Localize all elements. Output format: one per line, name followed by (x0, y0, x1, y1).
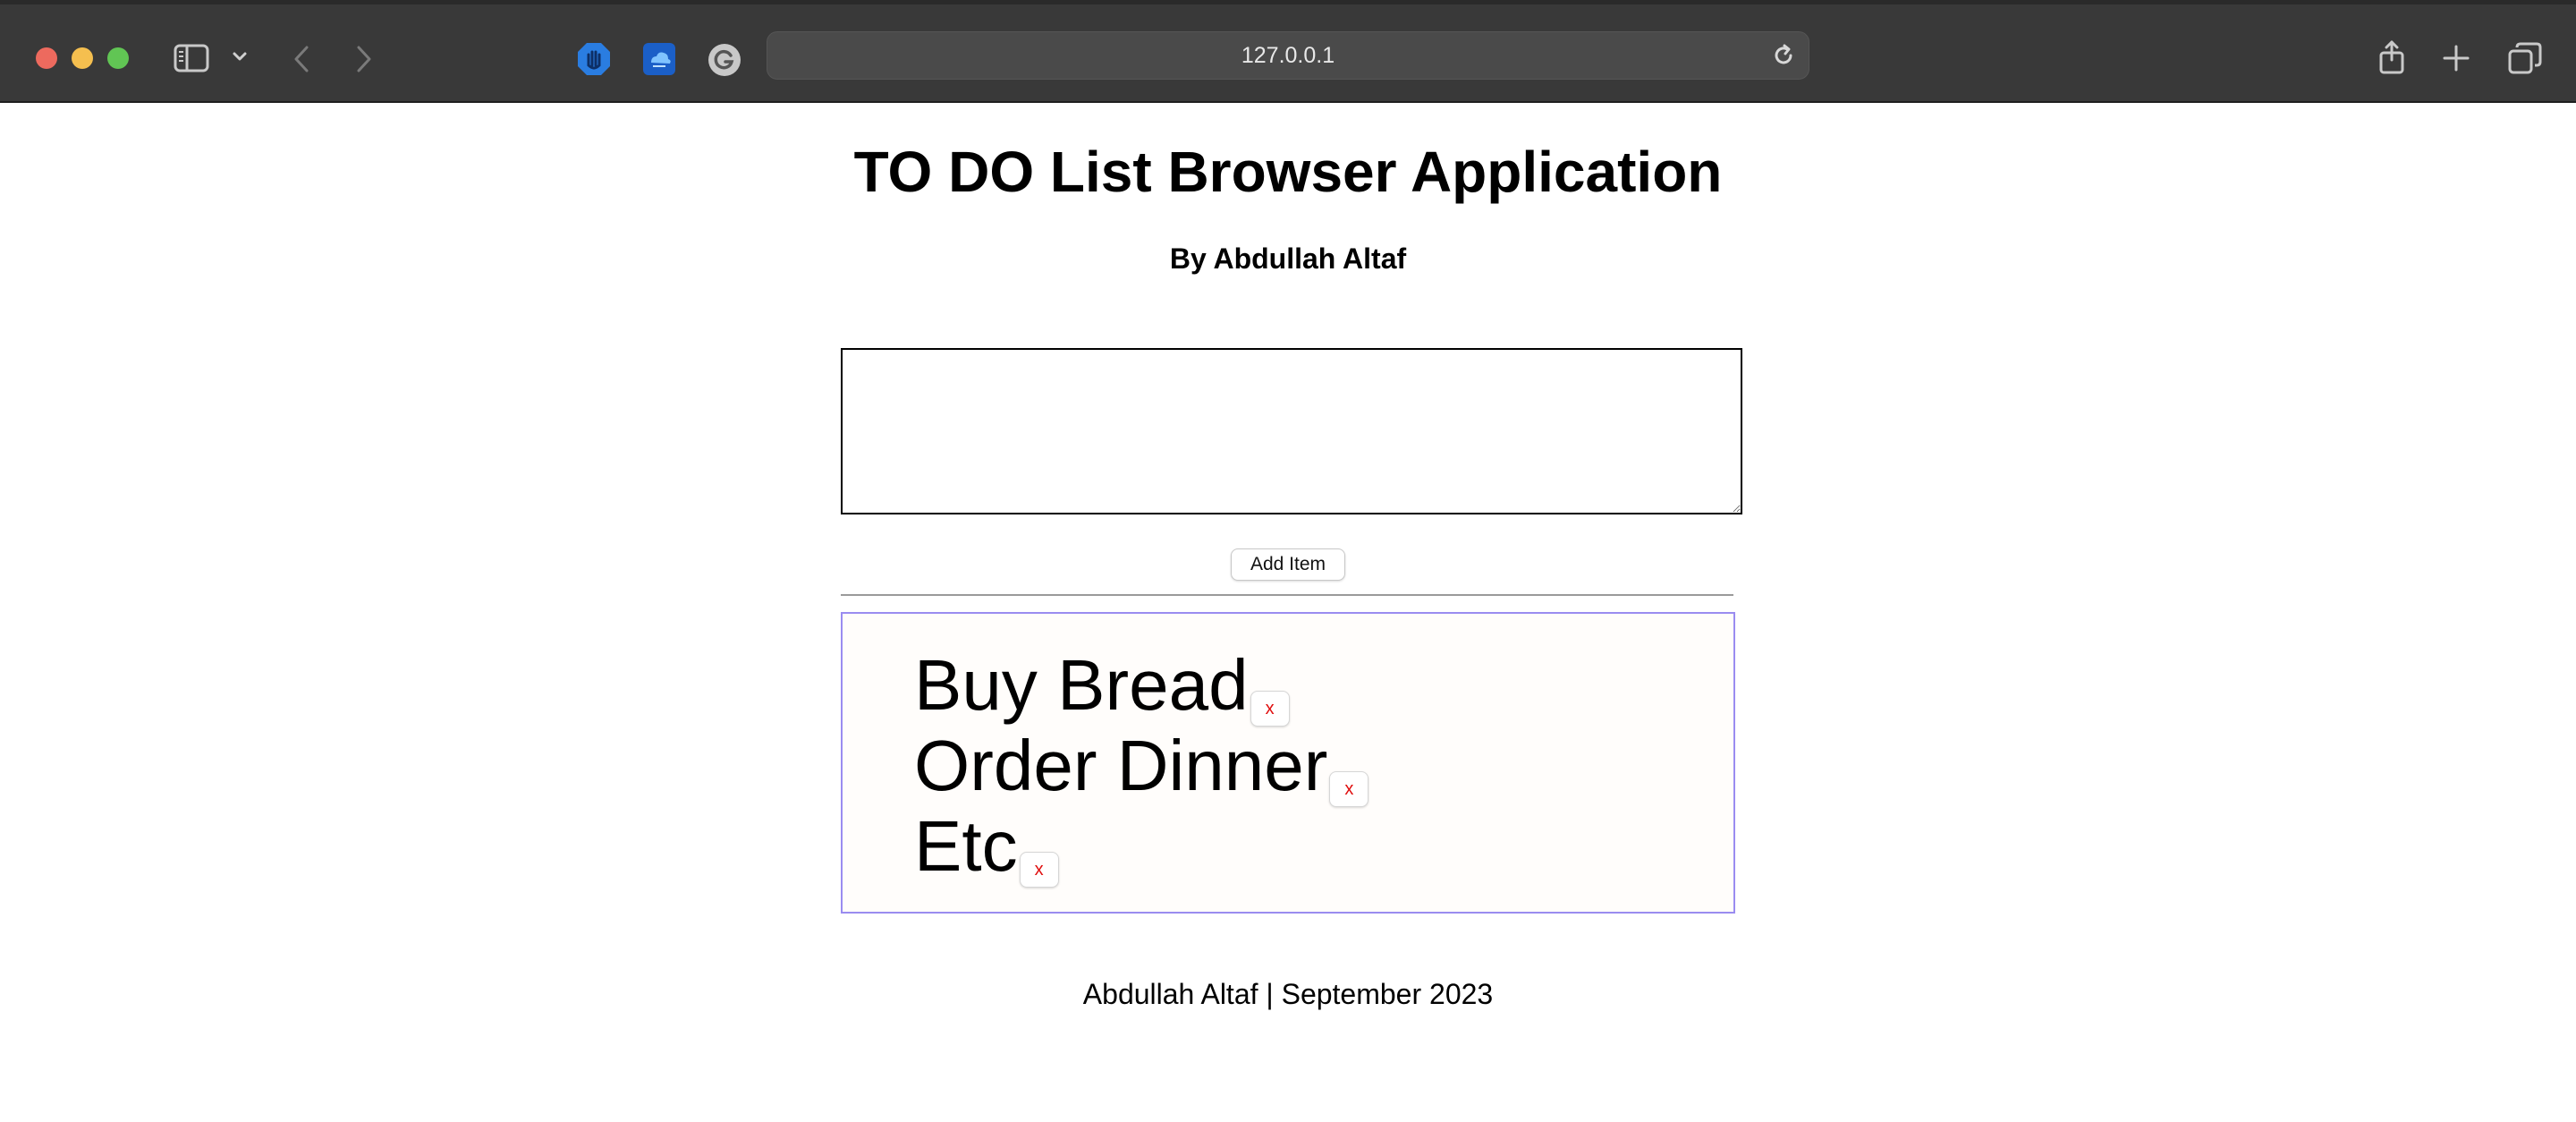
footer-text: Abdullah Altaf | September 2023 (1082, 978, 1494, 1010)
todo-list: Buy Bread x Order Dinner x Etc x (914, 641, 1369, 888)
new-tab-icon[interactable] (2442, 44, 2470, 72)
close-window-icon[interactable] (36, 47, 57, 69)
todo-item-text: Etc (914, 806, 1018, 886)
todo-item-input[interactable] (841, 348, 1742, 514)
divider (841, 594, 1733, 596)
tab-overview-icon[interactable] (2508, 42, 2542, 74)
todo-item-text: Buy Bread (914, 645, 1249, 725)
chevron-down-icon[interactable] (233, 51, 247, 62)
address-bar[interactable]: 127.0.0.1 (767, 31, 1809, 80)
share-icon[interactable] (2376, 40, 2408, 74)
back-arrow-icon[interactable] (292, 44, 311, 74)
todo-item-text: Order Dinner (914, 726, 1328, 805)
hand-extension-icon[interactable] (577, 42, 611, 76)
remove-item-button[interactable]: x (1329, 771, 1369, 807)
add-item-button[interactable]: Add Item (1231, 548, 1345, 581)
reload-icon[interactable] (1771, 43, 1796, 72)
page-content: TO DO List Browser Application By Abdull… (0, 103, 2576, 1122)
remove-item-button[interactable]: x (1019, 852, 1059, 888)
url-text: 127.0.0.1 (1241, 42, 1335, 68)
minimize-window-icon[interactable] (72, 47, 93, 69)
forward-arrow-icon[interactable] (354, 44, 374, 74)
remove-item-button[interactable]: x (1250, 691, 1290, 727)
zoom-window-icon[interactable] (107, 47, 129, 69)
grammarly-extension-icon[interactable] (708, 44, 741, 76)
todo-item: Order Dinner x (914, 721, 1369, 807)
cloud-extension-icon[interactable] (643, 43, 675, 75)
sidebar-icon[interactable] (174, 44, 209, 72)
browser-toolbar: 127.0.0.1 (0, 0, 2576, 103)
page-subtitle: By Abdullah Altaf (1169, 242, 1407, 275)
page-title: TO DO List Browser Application (853, 140, 1723, 204)
todo-item: Etc x (914, 802, 1368, 888)
todo-item: Buy Bread x (914, 641, 1368, 727)
todo-list-container: Buy Bread x Order Dinner x Etc x (841, 612, 1735, 914)
